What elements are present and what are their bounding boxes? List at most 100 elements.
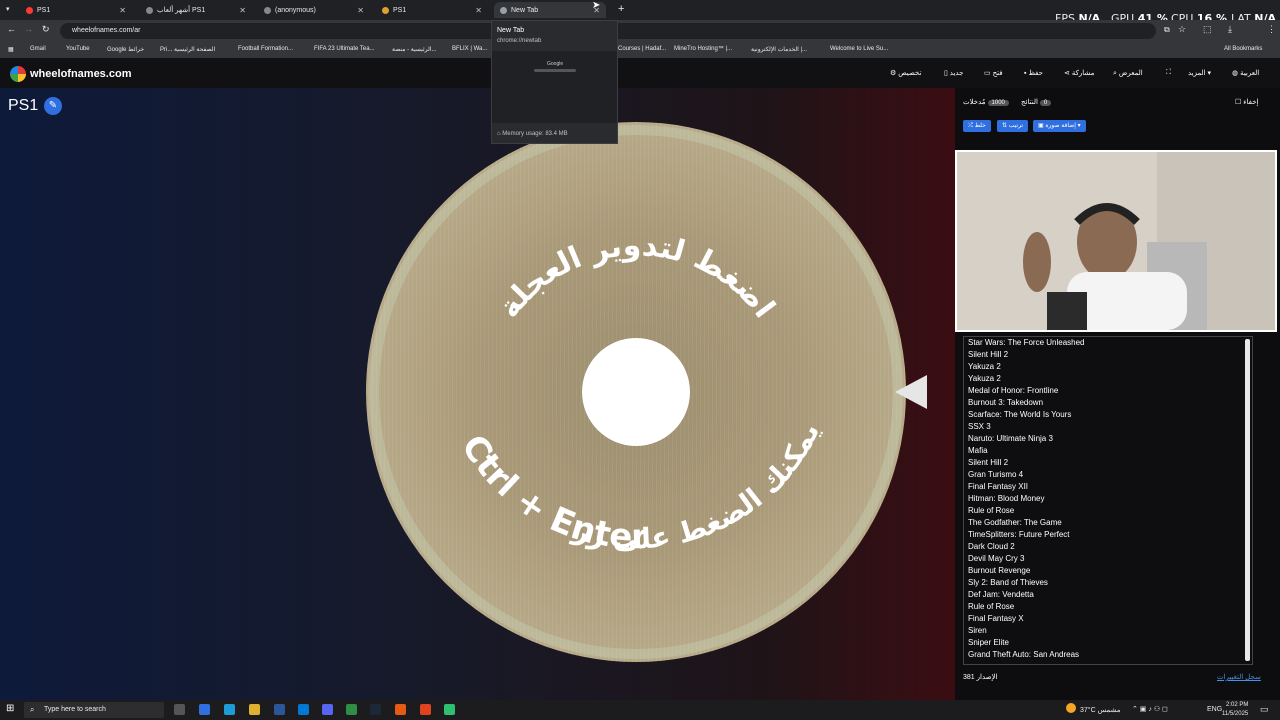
fullscreen-icon[interactable]: ⛶ [1166,69,1171,77]
gallery-button[interactable]: ⌕ المعرض [1113,69,1143,78]
close-tab-icon[interactable]: ✕ [475,6,482,15]
more-button[interactable]: المزيد ▾ [1188,69,1211,77]
entry-line[interactable]: The Godfather: The Game [964,517,1252,529]
bookmark-item[interactable]: YouTube [66,46,90,52]
extensions-icon[interactable]: ⬚ [1203,24,1212,35]
tab-results[interactable]: النتائج 0 [1021,98,1052,106]
bookmark-item[interactable]: Courses | Hadaf... [618,46,666,52]
bookmark-item[interactable]: FIFA 23 Ultimate Tea... [314,46,375,52]
notifications-icon[interactable]: ▭ [1260,704,1269,715]
browser-tab[interactable]: (anonymous) ✕ [258,2,370,18]
discord-icon[interactable] [322,704,333,715]
entry-line[interactable]: Final Fantasy X [964,613,1252,625]
system-tray-icons[interactable]: ⌃ ▣ ♪ ⚇ ◻ [1132,705,1168,713]
app-icon[interactable] [199,704,210,715]
forward-arrow-icon[interactable]: → [24,24,33,34]
clock-date[interactable]: 11/5/2025 [1222,711,1248,717]
share-button[interactable]: ⋖ مشاركة [1064,69,1094,77]
customize-button[interactable]: ⚙ تخصيص [890,69,921,77]
browser-tab[interactable]: PS1 ✕ [20,2,132,18]
entry-line[interactable]: Silent Hill 2 [964,457,1252,469]
translate-icon[interactable]: ⧉ [1164,25,1170,35]
back-arrow-icon[interactable]: ← [7,24,16,34]
new-tab-plus-icon[interactable]: + [618,3,624,15]
entry-line[interactable]: Yakuza 2 [964,361,1252,373]
entry-line[interactable]: Burnout 3: Takedown [964,397,1252,409]
language-button[interactable]: ◍ العربية [1232,69,1259,77]
entry-line[interactable]: Grand Theft Auto: San Andreas [964,649,1252,661]
entry-line[interactable]: Hitman: Blood Money [964,493,1252,505]
app-icon[interactable] [395,704,406,715]
browser-tab[interactable]: أشهر ألعاب PS1 ✕ [140,2,252,18]
entry-line[interactable]: Gran Turismo 4 [964,469,1252,481]
sort-button[interactable]: ⇅ ترتيب [997,120,1029,132]
clock-time[interactable]: 2:02 PM [1226,702,1248,708]
add-image-button[interactable]: ▣ إضافة صورة ▾ [1033,120,1086,132]
entry-line[interactable]: Sniper Elite [964,637,1252,649]
entry-line[interactable]: Sly 2: Band of Thieves [964,577,1252,589]
download-icon[interactable]: ⤓ [1228,24,1232,35]
entry-line[interactable]: Naruto: Ultimate Ninja 3 [964,433,1252,445]
bookmark-item[interactable]: BFLIX | Wa... [452,46,487,52]
bookmark-item[interactable]: Pri... الصفحة الرئيسية [160,46,215,53]
app-icon[interactable] [444,704,455,715]
language-indicator[interactable]: ENG [1207,706,1222,713]
entry-line[interactable]: Def Jam: Vendetta [964,589,1252,601]
changelog-link[interactable]: سجل التغييرات [1217,673,1261,681]
task-view-icon[interactable] [174,704,185,715]
browser-tab[interactable]: PS1 ✕ [376,2,488,18]
entry-line[interactable]: SSX 3 [964,421,1252,433]
bookmark-item[interactable]: Welcome to Live Su... [830,46,888,52]
bookmark-star-icon[interactable]: ☆ [1178,24,1186,35]
chrome-icon[interactable] [346,704,357,715]
weather-text[interactable]: 37°C مشمس [1080,706,1121,714]
new-button[interactable]: ▯ جديد [944,69,963,77]
entry-line[interactable]: TimeSplitters: Future Perfect [964,529,1252,541]
entry-line[interactable]: Rule of Rose [964,505,1252,517]
bookmark-item[interactable]: Google خرائط [107,46,144,53]
entry-line[interactable]: Mafia [964,445,1252,457]
mail-icon[interactable] [298,704,309,715]
bookmark-item[interactable]: Gmail [30,46,46,52]
apps-grid-icon[interactable]: ▦ [8,46,14,53]
save-button[interactable]: ▪ حفظ [1024,69,1043,77]
entry-line[interactable]: Rule of Rose [964,601,1252,613]
wheel-logo-icon[interactable] [10,66,26,82]
menu-kebab-icon[interactable]: ⋮ [1267,24,1276,35]
bookmark-item[interactable]: الرئيسية - منصة... [392,46,436,53]
entries-scrollbar[interactable] [1245,339,1250,661]
entry-line[interactable]: Scarface: The World Is Yours [964,409,1252,421]
open-button[interactable]: ▭ فتح [984,69,1003,77]
bookmark-item[interactable]: MineTro Hosting™ |... [674,46,732,52]
wheel[interactable]: اضغط لتدوير العجلة Ctrl + Enter أو يمكنك… [364,120,909,665]
shuffle-button[interactable]: ⤮ خلط [963,120,991,132]
browser-tab-active[interactable]: New Tab ✕ [494,2,606,18]
entry-line[interactable]: Dark Cloud 2 [964,541,1252,553]
wheel-center-hub[interactable] [582,338,690,446]
entry-line[interactable]: Medal of Honor: Frontline [964,385,1252,397]
close-tab-icon[interactable]: ✕ [119,6,126,15]
entry-line[interactable]: Burnout Revenge [964,565,1252,577]
hide-toggle[interactable]: ☐ إخفاء [1235,98,1258,106]
entry-line[interactable]: Silent Hill 2 [964,349,1252,361]
entry-line[interactable]: Siren [964,625,1252,637]
file-explorer-icon[interactable] [249,704,260,715]
all-bookmarks-button[interactable]: All Bookmarks [1224,46,1262,52]
entry-line[interactable]: Yakuza 2 [964,373,1252,385]
app-icon[interactable] [420,704,431,715]
site-logo[interactable]: wheelofnames.com [30,68,131,80]
entry-line[interactable]: Devil May Cry 3 [964,553,1252,565]
entry-line[interactable]: Final Fantasy XII [964,481,1252,493]
tab-entries[interactable]: مُدخلات 1000 [963,98,1009,106]
reload-icon[interactable]: ↻ [42,24,50,35]
entry-line[interactable]: Star Wars: The Force Unleashed [964,337,1252,349]
bookmark-item[interactable]: Football Formation... [238,46,293,52]
entries-textarea[interactable]: Star Wars: The Force Unleashed Silent Hil… [963,336,1253,665]
edge-icon[interactable] [224,704,235,715]
close-tab-icon[interactable]: ✕ [239,6,246,15]
taskbar-search[interactable]: ⌕ Type here to search [24,702,164,718]
close-tab-icon[interactable]: ✕ [357,6,364,15]
bookmark-item[interactable]: الخدمات الإلكترونية |... [751,46,807,53]
steam-icon[interactable] [370,704,381,715]
store-icon[interactable] [274,704,285,715]
